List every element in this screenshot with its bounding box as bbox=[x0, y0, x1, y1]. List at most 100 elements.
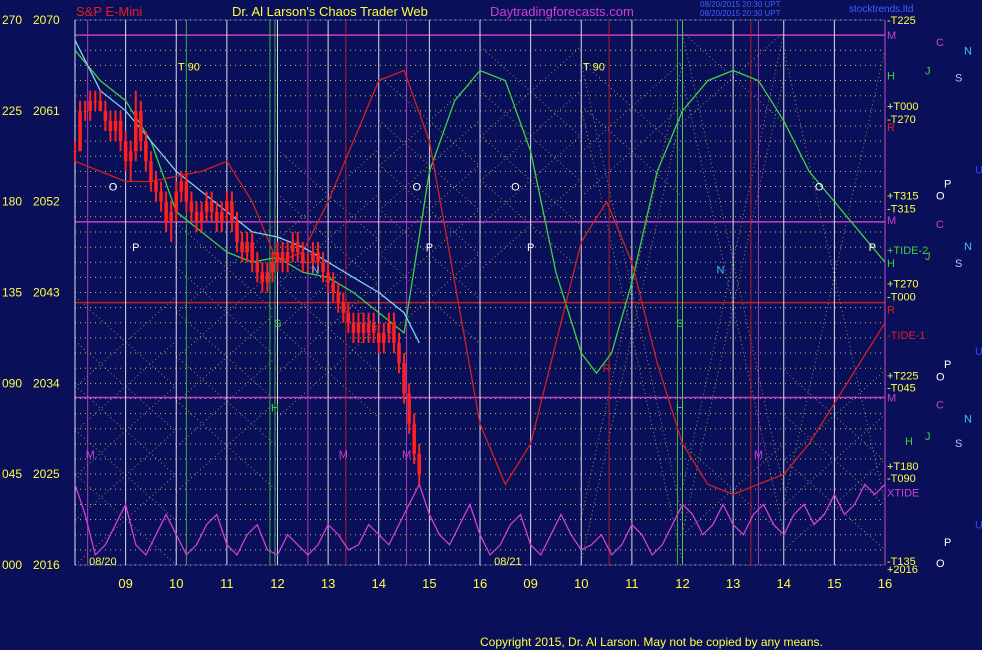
price-bar-body bbox=[189, 201, 194, 212]
price-bar-body bbox=[382, 332, 386, 343]
price-bar-body bbox=[93, 100, 98, 102]
legend-letter: P bbox=[944, 537, 951, 549]
right-level-label: H bbox=[887, 71, 895, 83]
price-bar-body bbox=[235, 221, 239, 243]
price-bar-body bbox=[128, 151, 133, 162]
x-tick-label: 12 bbox=[675, 576, 689, 591]
chart-marker: M bbox=[402, 449, 411, 461]
legend-letter: N bbox=[964, 241, 972, 253]
chart-marker: P bbox=[426, 242, 433, 254]
timestamp-line-2: 08/20/2015 20:30 UPT bbox=[700, 9, 781, 18]
price-bar-body bbox=[83, 110, 87, 112]
chaos-chart: 270 225 180 135 090 045 000 2070 2061 2052 2043 203… bbox=[0, 0, 982, 650]
chart-marker: N bbox=[311, 264, 319, 276]
legend-letter: U bbox=[975, 164, 982, 176]
price-bar-body bbox=[199, 211, 204, 222]
price-bar-body bbox=[230, 201, 234, 222]
price-bar-body bbox=[78, 110, 82, 152]
right-level-label: -TIDE-1 bbox=[887, 330, 926, 342]
price-bar-body bbox=[73, 151, 77, 153]
left-axis-price-label: 2070 bbox=[33, 13, 60, 27]
price-bar-body bbox=[397, 342, 401, 364]
left-axis-angle-label: 045 bbox=[2, 467, 22, 481]
chart-marker: H bbox=[271, 403, 279, 415]
price-bar-body bbox=[123, 141, 128, 162]
price-bar-body bbox=[209, 201, 214, 212]
price-bar-body bbox=[240, 242, 244, 253]
price-bar-body bbox=[184, 181, 189, 202]
date-label: 08/20 bbox=[89, 556, 117, 568]
x-tick-label: 15 bbox=[827, 576, 841, 591]
price-bar-body bbox=[149, 161, 153, 182]
price-bar-body bbox=[361, 322, 366, 333]
date-label: 08/21 bbox=[494, 556, 522, 568]
x-tick-label: 11 bbox=[220, 576, 234, 591]
right-level-label: +T225 bbox=[887, 370, 919, 382]
left-axis-price-label: 2025 bbox=[33, 467, 60, 481]
chart-marker: P bbox=[527, 242, 534, 254]
chart-marker: M bbox=[754, 449, 763, 461]
price-bar-body bbox=[250, 242, 254, 263]
price-bar-body bbox=[88, 100, 92, 111]
right-level-label: M bbox=[887, 392, 896, 404]
x-tick-label: 11 bbox=[625, 576, 639, 591]
legend-letter: O bbox=[936, 191, 945, 203]
legend-letter: C bbox=[936, 400, 944, 412]
legend-letter: J bbox=[925, 251, 931, 263]
legend-letter: N bbox=[964, 414, 972, 426]
price-bar-body bbox=[285, 252, 290, 263]
x-tick-label: 14 bbox=[777, 576, 791, 591]
chart-marker: P bbox=[132, 242, 139, 254]
x-tick-label: 09 bbox=[523, 576, 537, 591]
x-tick-label: 10 bbox=[169, 576, 183, 591]
x-tick-label: 13 bbox=[726, 576, 740, 591]
price-bar-body bbox=[103, 110, 108, 121]
left-axis-price-label: 2034 bbox=[33, 376, 60, 390]
right-level-label: +T270 bbox=[887, 278, 919, 290]
price-bar-body bbox=[301, 252, 305, 263]
chart-marker: S bbox=[274, 318, 281, 330]
price-bar-body bbox=[331, 282, 335, 293]
right-level-label: -T090 bbox=[887, 473, 916, 485]
left-axis-angle-label: 270 bbox=[2, 13, 22, 27]
left-axis-angle-label: 225 bbox=[2, 104, 22, 118]
site-link[interactable]: Daytradingforecasts.com bbox=[490, 5, 634, 19]
price-bar-body bbox=[412, 423, 416, 454]
price-bar-body bbox=[387, 322, 391, 333]
price-bar-body bbox=[179, 181, 184, 192]
price-bar-body bbox=[280, 252, 285, 263]
x-tick-label: 09 bbox=[118, 576, 132, 591]
right-level-label: M bbox=[887, 215, 896, 227]
price-bar-body bbox=[346, 312, 351, 323]
price-bar-body bbox=[341, 302, 346, 313]
price-bar-body bbox=[306, 262, 310, 264]
legend-letter: H bbox=[905, 436, 913, 448]
price-bar-body bbox=[255, 262, 260, 273]
chart-marker: P bbox=[869, 242, 876, 254]
right-level-label: R bbox=[887, 122, 895, 134]
price-bar-body bbox=[204, 201, 209, 212]
legend-letter: S bbox=[955, 258, 962, 270]
price-bar-body bbox=[407, 393, 411, 424]
chart-marker: T 90 bbox=[178, 61, 200, 73]
left-axis-angle-label: 090 bbox=[2, 376, 22, 390]
price-bar-body bbox=[316, 252, 320, 263]
right-level-label: M bbox=[887, 30, 896, 42]
chart-marker: H bbox=[676, 403, 684, 415]
legend-letter: N bbox=[964, 45, 972, 57]
source-label: stocktrends.ltd bbox=[849, 4, 914, 15]
legend-letter: P bbox=[944, 179, 951, 191]
price-bar-body bbox=[98, 100, 103, 111]
price-bar-body bbox=[260, 272, 265, 283]
price-bar-body bbox=[133, 110, 138, 152]
price-bar-body bbox=[270, 262, 275, 273]
legend-letter: O bbox=[936, 558, 945, 570]
price-bar-body bbox=[371, 322, 376, 333]
price-bar-body bbox=[169, 211, 173, 222]
price-bar-body bbox=[326, 272, 330, 283]
price-bar-body bbox=[108, 120, 113, 132]
left-axis-angle-label: 000 bbox=[2, 558, 22, 572]
x-tick-label: 12 bbox=[270, 576, 284, 591]
x-tick-label: 13 bbox=[321, 576, 335, 591]
price-bar-body bbox=[164, 201, 168, 222]
